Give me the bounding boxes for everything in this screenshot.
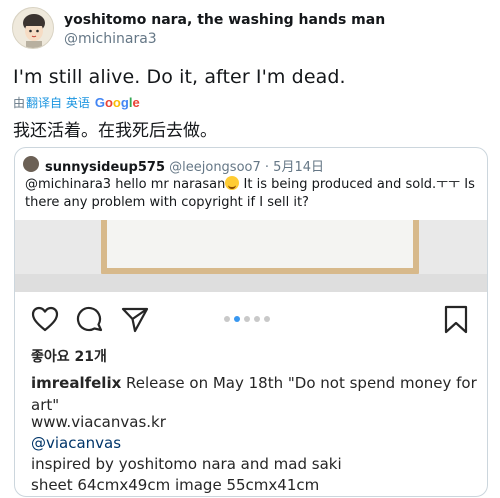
author-name[interactable]: yoshitomo nara, the washing hands man [64,12,385,28]
caption-mention[interactable]: @viacanvas [31,434,121,452]
smile-emoji-icon [225,176,240,190]
quoted-tweet[interactable]: sunnysideup575 @leejongsoo7 · 5月14日 @mic… [14,147,488,497]
comment-icon[interactable] [76,306,104,334]
google-logo-letter: e [132,95,140,110]
canvas-frame [101,220,419,274]
carousel-dot[interactable] [224,316,230,322]
caption: imrealfelix Release on May 18th "Do not … [31,372,477,416]
quote-author-handle: @leejongsoo7 [169,160,261,175]
quote-header: sunnysideup575 @leejongsoo7 · 5月14日 [45,156,324,175]
tweet-text: I'm still alive. Do it, after I'm dead. [13,66,346,88]
carousel-dot[interactable] [244,316,250,322]
google-logo-letter: o [112,95,121,110]
quote-date: · 5月14日 [264,160,324,175]
quote-text-start: @michinara3 hello mr narasan [25,177,226,192]
quote-avatar [23,156,39,172]
likes-count[interactable]: 좋아요 21개 [31,346,107,366]
quote-author-name: sunnysideup575 [45,160,165,175]
photo-floor [15,274,487,292]
canvas-surface [107,220,413,268]
heart-icon[interactable] [31,306,59,332]
carousel-dots [224,316,270,322]
caption-link[interactable]: www.viacanvas.kr [31,413,166,431]
translation-attribution: 由 翻译自 英语 Google [13,94,140,111]
tweet: yoshitomo nara, the washing hands man @m… [0,0,500,498]
google-logo-letter: g [120,95,129,110]
google-logo: Google [95,95,140,110]
translate-link[interactable]: 翻译自 英语 [26,94,90,111]
author-avatar[interactable] [12,7,54,49]
instagram-photo[interactable] [15,220,487,292]
caption-username[interactable]: imrealfelix [31,374,121,392]
caption-inspired: inspired by yoshitomo nara and mad saki [31,455,342,473]
author-handle[interactable]: @michinara3 [64,31,157,47]
share-icon[interactable] [121,306,149,334]
carousel-dot[interactable] [254,316,260,322]
bookmark-icon[interactable] [443,305,469,335]
carousel-dot[interactable] [234,316,240,322]
quote-text: @michinara3 hello mr narasan It is being… [25,176,481,212]
translate-prefix: 由 [13,96,26,110]
carousel-dot[interactable] [264,316,270,322]
google-logo-letter: o [104,95,113,110]
google-logo-letter: G [94,95,105,110]
translated-text: 我还活着。在我死后去做。 [13,121,217,141]
caption-size: sheet 64cmx49cm image 55cmx41cm [31,476,320,494]
